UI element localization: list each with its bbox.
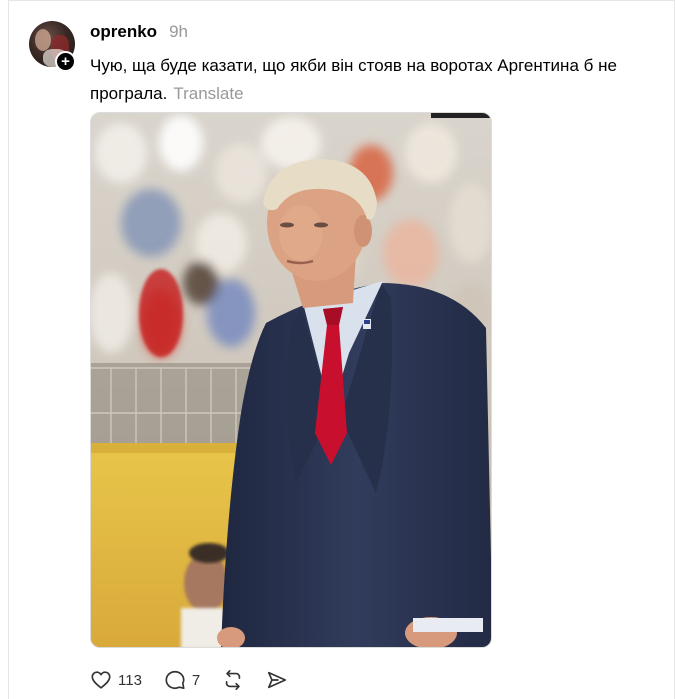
comment-icon — [165, 670, 185, 690]
thread-post: + oprenko 9h Чую, ща буде казати, що якб… — [8, 0, 675, 699]
avatar[interactable]: + — [29, 21, 76, 72]
repost-icon — [226, 670, 241, 690]
reply-button[interactable]: 7 — [164, 669, 200, 691]
like-button[interactable]: 113 — [90, 669, 142, 691]
reply-count: 7 — [191, 671, 201, 689]
repost-button[interactable] — [222, 669, 244, 691]
heart-icon — [91, 671, 111, 689]
post-body: Чую, ща буде казати, що якби він стояв н… — [90, 56, 617, 103]
follow-button[interactable]: + — [55, 51, 76, 72]
post-text: Чую, ща буде казати, що якби він стояв н… — [90, 52, 670, 108]
post-header: oprenko 9h — [90, 22, 188, 42]
photo-image — [91, 113, 491, 647]
action-bar: 113 7 — [90, 666, 310, 694]
plus-icon: + — [61, 53, 70, 70]
translate-link[interactable]: Translate — [173, 84, 243, 103]
send-icon — [268, 671, 287, 689]
username-link[interactable]: oprenko — [90, 22, 157, 42]
post-timestamp[interactable]: 9h — [169, 22, 188, 42]
share-button[interactable] — [266, 669, 288, 691]
post-image[interactable] — [90, 112, 492, 648]
like-count: 113 — [118, 671, 142, 689]
